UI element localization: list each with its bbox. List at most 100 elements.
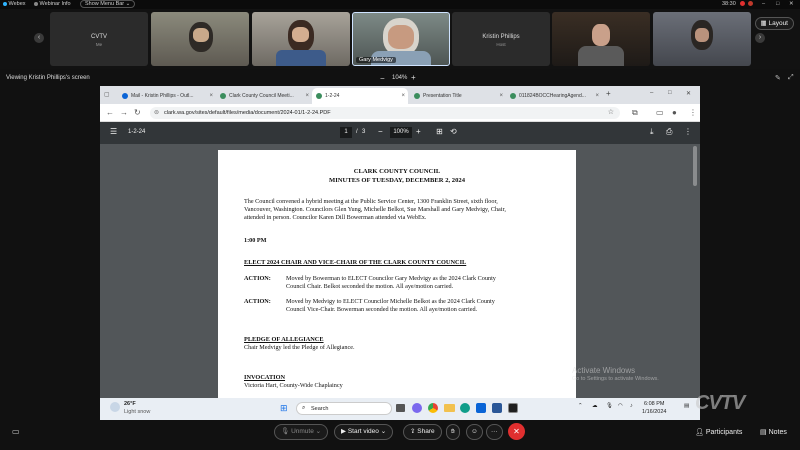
microphone-icon[interactable]: 🎙︎ bbox=[606, 403, 613, 409]
maximize-icon[interactable]: □ bbox=[776, 1, 779, 8]
volume-icon[interactable]: ♪ bbox=[630, 403, 633, 409]
person-shoulders bbox=[578, 46, 624, 66]
participant-tile-video-5[interactable] bbox=[552, 12, 650, 66]
close-icon[interactable]: ✕ bbox=[686, 90, 691, 97]
new-tab-button[interactable]: + bbox=[606, 89, 611, 98]
taskbar-search-box[interactable]: ⌕ Search bbox=[296, 402, 392, 415]
close-tab-icon[interactable]: × bbox=[305, 88, 309, 104]
reload-icon[interactable]: ↻ bbox=[134, 107, 141, 119]
tab-council-meeting[interactable]: Clark County Council Meeti... × bbox=[216, 88, 312, 104]
pdf-zoom-input[interactable]: 100% bbox=[390, 127, 412, 138]
profile-icon[interactable]: ● bbox=[672, 107, 677, 119]
start-video-button[interactable]: ▶ Start video ⌄ bbox=[334, 424, 394, 440]
tray-chevron-up-icon[interactable]: ⌃ bbox=[578, 403, 583, 409]
edge-icon[interactable] bbox=[460, 403, 470, 413]
notifications-icon[interactable]: ▤ bbox=[684, 403, 689, 409]
close-tab-icon[interactable]: × bbox=[499, 88, 503, 104]
share-button[interactable]: ⇪ Share bbox=[403, 424, 442, 440]
forward-icon[interactable]: → bbox=[120, 107, 128, 119]
outlook-taskbar-icon[interactable] bbox=[476, 403, 486, 413]
close-icon[interactable]: ✕ bbox=[789, 1, 794, 8]
browser-menu-icon[interactable]: ⋮ bbox=[689, 107, 697, 119]
download-icon[interactable]: ⤓ bbox=[650, 127, 654, 137]
participants-button[interactable]: 👤︎ Participants bbox=[695, 428, 742, 436]
cloud-icon[interactable]: ☁ bbox=[592, 403, 598, 409]
sidebar-icon[interactable]: ▭ bbox=[656, 107, 664, 119]
pdf-more-icon[interactable]: ⋮ bbox=[684, 127, 692, 136]
maximize-icon[interactable]: □ bbox=[668, 90, 672, 96]
tab-mail[interactable]: Mail - Kristin Phillips - Outl... × bbox=[118, 88, 216, 104]
file-explorer-icon[interactable] bbox=[444, 404, 455, 412]
unmute-button[interactable]: 🎙︎ Unmute ⌄ bbox=[274, 424, 329, 440]
leave-button[interactable]: ✕ bbox=[508, 423, 525, 440]
participant-tile-video-6[interactable] bbox=[653, 12, 751, 66]
tab-search-icon[interactable]: ▢ bbox=[104, 91, 110, 98]
taskbar-search-label: Search bbox=[311, 406, 329, 412]
person-face bbox=[193, 28, 209, 42]
strip-next-button[interactable]: › bbox=[755, 33, 765, 43]
close-tab-icon[interactable]: × bbox=[401, 88, 405, 104]
teams-icon[interactable] bbox=[412, 403, 422, 413]
weather-icon[interactable] bbox=[110, 402, 120, 412]
webinar-info-button[interactable]: Webinar Info bbox=[34, 1, 71, 8]
fit-page-icon[interactable]: ⊞ bbox=[436, 127, 443, 136]
page-number-input[interactable]: 1 bbox=[340, 127, 352, 138]
minimize-icon[interactable]: – bbox=[650, 90, 653, 96]
url-field[interactable]: ⊜ clark.wa.gov/sites/default/files/media/… bbox=[150, 107, 620, 119]
participant-tile-active-speaker[interactable]: Gary Medvigy bbox=[352, 12, 450, 66]
webex-app-name[interactable]: Webex bbox=[3, 1, 26, 8]
tab-presentation[interactable]: Presentation Title × bbox=[410, 88, 506, 104]
store-icon[interactable] bbox=[492, 403, 502, 413]
reactions-button[interactable]: ☺ bbox=[466, 424, 483, 440]
action-1-line-1: Moved by Bowerman to ELECT Councilor Gar… bbox=[286, 275, 496, 282]
webex-app-label: Webex bbox=[8, 1, 26, 7]
rotate-icon[interactable]: ⟲ bbox=[450, 127, 457, 136]
minimize-icon[interactable]: – bbox=[762, 1, 765, 8]
wifi-icon[interactable]: ◠ bbox=[618, 403, 623, 409]
camera-icon: ▶ bbox=[341, 428, 346, 435]
site-info-icon[interactable]: ⊜ bbox=[154, 107, 159, 119]
participants-icon: 👤︎ bbox=[695, 429, 704, 436]
zoom-out-button[interactable]: − bbox=[380, 74, 385, 83]
close-icon: ✕ bbox=[513, 427, 520, 436]
pdf-zoom-out-button[interactable]: − bbox=[378, 127, 383, 136]
action-label-2: ACTION: bbox=[244, 298, 271, 305]
show-menu-bar-label: Show Menu Bar bbox=[85, 1, 125, 7]
layout-button[interactable]: ▦ Layout bbox=[754, 17, 794, 30]
participant-tile-host[interactable]: Kristin Phillips Host bbox=[452, 12, 550, 66]
windows-start-icon[interactable]: ⊞ bbox=[280, 404, 288, 413]
pdf-menu-icon[interactable]: ☰ bbox=[110, 127, 117, 136]
participant-role: Me bbox=[95, 42, 103, 47]
zoom-level: 104% bbox=[392, 75, 408, 81]
show-menu-bar-button[interactable]: Show Menu Bar ⌄ bbox=[80, 0, 136, 8]
strip-prev-button[interactable]: ‹ bbox=[34, 33, 44, 43]
user-avatar-icon[interactable] bbox=[748, 1, 753, 8]
search-icon: ⌕ bbox=[302, 405, 306, 411]
participant-tile-cvtv[interactable]: CVTV Me bbox=[50, 12, 148, 66]
more-options-button[interactable]: ··· bbox=[486, 424, 503, 440]
start-video-label: Start video bbox=[347, 428, 379, 435]
raise-hand-button[interactable]: ✋︎ bbox=[446, 424, 460, 440]
close-tab-icon[interactable]: × bbox=[209, 88, 213, 104]
participant-tile-video-2[interactable] bbox=[252, 12, 350, 66]
zoom-in-button[interactable]: + bbox=[411, 73, 416, 82]
task-view-icon[interactable] bbox=[396, 404, 405, 412]
chrome-icon[interactable] bbox=[428, 403, 438, 413]
participant-tile-video-1[interactable] bbox=[151, 12, 249, 66]
print-icon[interactable]: ⎙ bbox=[666, 127, 672, 137]
viewing-row: Viewing Kristin Phillips's screen − 104%… bbox=[0, 69, 800, 86]
back-icon[interactable]: ← bbox=[106, 107, 114, 119]
tab-hearing-agenda[interactable]: 011824BOCCHearingAgend... × bbox=[506, 88, 602, 104]
notes-button[interactable]: ▤ Notes bbox=[760, 428, 787, 436]
doc-heading-pledge: PLEDGE OF ALLEGIANCE bbox=[244, 336, 324, 343]
bookmark-star-icon[interactable]: ☆ bbox=[608, 107, 614, 119]
webex-taskbar-icon[interactable] bbox=[508, 403, 518, 413]
annotate-icon[interactable]: ✎ bbox=[775, 74, 781, 82]
pdf-scrollbar[interactable] bbox=[693, 146, 697, 186]
tab-pdf-active[interactable]: 1-2-24 × bbox=[312, 88, 408, 104]
extensions-icon[interactable]: ⧉ bbox=[632, 107, 638, 119]
pdf-zoom-in-button[interactable]: + bbox=[416, 127, 421, 136]
captions-icon[interactable]: ▭ bbox=[12, 427, 20, 436]
close-tab-icon[interactable]: × bbox=[595, 88, 599, 104]
popout-icon[interactable]: ⤢ bbox=[788, 74, 794, 82]
